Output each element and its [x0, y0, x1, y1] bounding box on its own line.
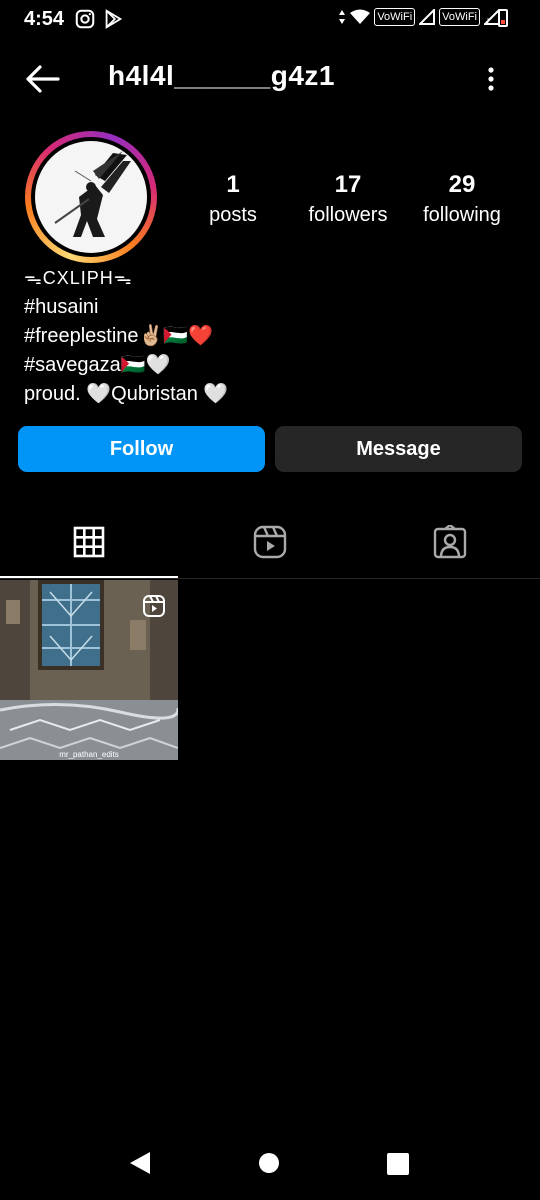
nav-back-icon[interactable]: [126, 1150, 152, 1176]
vowifi-badge-2: VoWiFi: [439, 8, 480, 26]
tab-divider: [0, 578, 540, 579]
post-thumbnail[interactable]: mr_pathan_edits: [0, 580, 178, 760]
display-name: ᯓCXLIPHᯓ: [24, 268, 133, 288]
message-button[interactable]: Message: [275, 426, 522, 472]
status-time: 4:54: [24, 8, 65, 30]
more-vertical-icon[interactable]: [486, 66, 496, 92]
bio-line: #savegaza🇵🇸🤍: [24, 354, 171, 376]
avatar-warrior-image: [54, 151, 131, 237]
nav-home-icon[interactable]: [258, 1152, 280, 1174]
stat-following[interactable]: 29 following: [402, 172, 522, 227]
wifi-icon: [350, 9, 371, 24]
vowifi-badge: VoWiFi: [374, 8, 416, 26]
instagram-notification-icon: [75, 9, 95, 29]
svg-text:!: !: [487, 18, 489, 25]
stat-posts-label: posts: [209, 204, 257, 226]
status-right-icons: VoWiFi VoWiFi !: [338, 8, 500, 26]
post-watermark: mr_pathan_edits: [59, 750, 119, 759]
bio-line: #husaini: [24, 296, 99, 318]
tab-active-indicator: [0, 576, 178, 578]
arrow-left-icon[interactable]: [24, 64, 60, 94]
stat-following-label: following: [423, 204, 501, 226]
bio-line: proud. 🤍Qubristan 🤍: [24, 383, 229, 405]
grid-icon: [73, 526, 105, 558]
bio-line: #freeplestine✌🏼🇵🇸❤️: [24, 325, 214, 347]
stat-followers-value: 17: [334, 171, 362, 198]
stat-followers-label: followers: [308, 204, 388, 226]
reels-icon: [253, 525, 287, 559]
nav-recents-icon[interactable]: [386, 1152, 410, 1176]
stat-posts[interactable]: 1 posts: [173, 172, 293, 227]
follow-button[interactable]: Follow: [18, 426, 265, 472]
data-arrows-icon: [339, 10, 346, 24]
stat-followers[interactable]: 17 followers: [288, 172, 408, 227]
avatar[interactable]: [25, 131, 157, 263]
battery-icon: [498, 9, 508, 27]
tagged-icon: [433, 525, 467, 559]
tab-reels[interactable]: [250, 522, 290, 562]
signal-icon: [419, 9, 436, 25]
tab-grid[interactable]: [69, 522, 109, 562]
play-store-notification-icon: [105, 9, 123, 29]
stat-following-value: 29: [448, 171, 476, 198]
stat-posts-value: 1: [226, 171, 240, 198]
reel-badge-icon: [143, 595, 165, 617]
status-notification-icons: [74, 8, 124, 30]
tab-tagged[interactable]: [430, 522, 470, 562]
profile-username: h4l4l______g4z1: [108, 60, 335, 91]
